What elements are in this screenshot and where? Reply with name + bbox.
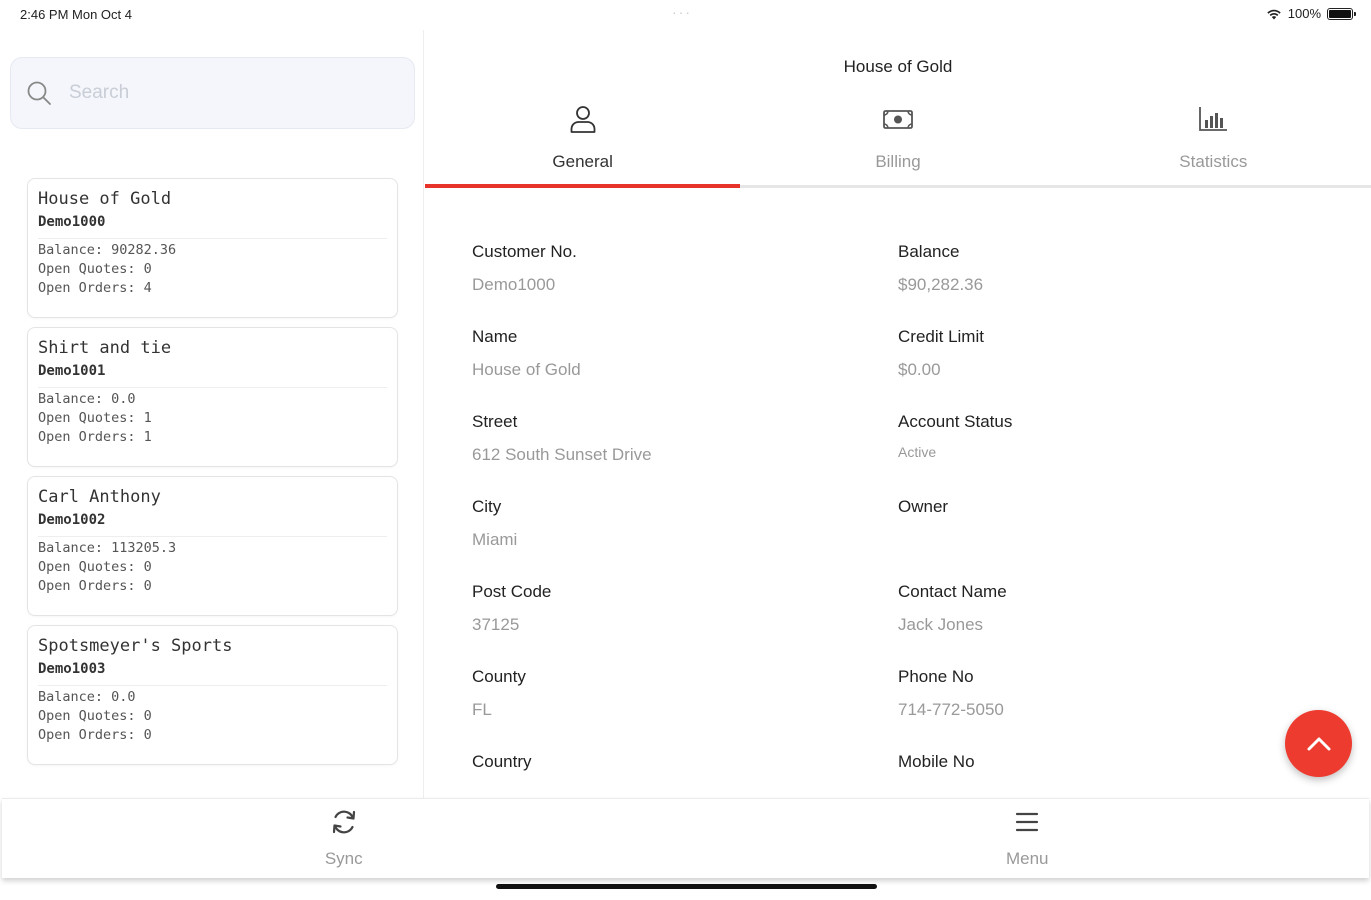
customer-details-grid: Customer No. Demo1000 Balance $90,282.36… <box>472 242 1332 837</box>
field-phone-no: Phone No 714-772-5050 <box>898 667 1324 752</box>
bottom-toolbar: Sync Menu <box>2 798 1369 878</box>
field-label: Post Code <box>472 582 552 601</box>
sync-button[interactable]: Sync <box>2 799 686 878</box>
field-label: Customer No. <box>472 242 577 261</box>
customer-detail-pane: House of Gold General Billing Statistics… <box>425 30 1371 798</box>
field-label: Country <box>472 752 532 771</box>
field-label: Mobile No <box>898 752 975 771</box>
field-value: $90,282.36 <box>898 275 984 294</box>
status-time: 2:46 PM Mon Oct 4 <box>20 7 132 22</box>
customer-name: Spotsmeyer's Sports <box>38 636 233 656</box>
customer-name: Carl Anthony <box>38 487 161 507</box>
customer-open-quotes: Open Quotes: 0 <box>38 261 152 277</box>
menu-label: Menu <box>1005 849 1049 868</box>
field-label: Owner <box>898 497 949 516</box>
customer-balance: Balance: 113205.3 <box>38 540 177 556</box>
tab-label: Billing <box>875 152 921 171</box>
wifi-icon <box>1267 9 1281 19</box>
customer-open-orders: Open Orders: 4 <box>38 280 152 296</box>
field-street: Street 612 South Sunset Drive <box>472 412 898 497</box>
field-name: Name House of Gold <box>472 327 898 412</box>
field-label: Balance <box>898 242 960 261</box>
field-label: Phone No <box>898 667 974 686</box>
user-icon <box>570 106 596 133</box>
customer-name: Shirt and tie <box>38 338 172 358</box>
scroll-to-top-button[interactable] <box>1285 710 1352 777</box>
page-title: House of Gold <box>843 57 953 76</box>
field-label: Name <box>472 327 518 346</box>
field-owner: Owner <box>898 497 1324 582</box>
field-account-status: Account Status Active <box>898 412 1324 497</box>
status-bar: 2:46 PM Mon Oct 4 ··· 100% <box>0 0 1371 30</box>
search-bar[interactable] <box>10 57 415 129</box>
customer-balance: Balance: 0.0 <box>38 391 136 407</box>
search-input[interactable] <box>69 82 369 104</box>
customer-open-orders: Open Orders: 1 <box>38 429 152 445</box>
field-label: County <box>472 667 526 686</box>
customer-name: House of Gold <box>38 189 172 209</box>
tab-statistics[interactable]: Statistics <box>1056 100 1371 185</box>
customer-open-quotes: Open Quotes: 1 <box>38 410 152 426</box>
customer-open-orders: Open Orders: 0 <box>38 578 152 594</box>
field-customer-no: Customer No. Demo1000 <box>472 242 898 327</box>
customer-open-quotes: Open Quotes: 0 <box>38 708 152 724</box>
customer-balance: Balance: 90282.36 <box>38 242 177 258</box>
sync-icon <box>332 810 355 834</box>
search-icon <box>27 81 51 105</box>
field-value: 612 South Sunset Drive <box>472 445 652 464</box>
field-label: Account Status <box>898 412 1013 431</box>
field-value: Miami <box>472 530 518 549</box>
customer-list-pane: House of Gold Demo1000 Balance: 90282.36… <box>0 30 424 798</box>
customer-card[interactable]: Spotsmeyer's Sports Demo1003 Balance: 0.… <box>27 625 398 765</box>
battery-icon <box>1327 7 1356 20</box>
customer-id: Demo1000 <box>38 214 387 239</box>
multitasking-dots[interactable]: ··· <box>672 4 692 20</box>
chevron-up-icon <box>1307 737 1330 750</box>
field-label: Credit Limit <box>898 327 984 346</box>
customer-open-orders: Open Orders: 0 <box>38 727 152 743</box>
money-icon <box>883 110 913 129</box>
customer-cards: House of Gold Demo1000 Balance: 90282.36… <box>27 178 398 774</box>
field-city: City Miami <box>472 497 898 582</box>
tab-billing[interactable]: Billing <box>740 100 1055 185</box>
customer-card[interactable]: Shirt and tie Demo1001 Balance: 0.0 Open… <box>27 327 398 467</box>
customer-id: Demo1003 <box>38 661 387 686</box>
menu-button[interactable]: Menu <box>686 799 1370 878</box>
detail-tabs: General Billing Statistics <box>425 100 1371 188</box>
field-label: Contact Name <box>898 582 1007 601</box>
field-value: Jack Jones <box>898 615 984 634</box>
field-value: 37125 <box>472 615 520 634</box>
field-label: Street <box>472 412 518 431</box>
battery-percent: 100% <box>1287 6 1321 21</box>
customer-card[interactable]: Carl Anthony Demo1002 Balance: 113205.3 … <box>27 476 398 616</box>
customer-card[interactable]: House of Gold Demo1000 Balance: 90282.36… <box>27 178 398 318</box>
home-indicator[interactable] <box>496 884 877 889</box>
field-value: FL <box>472 700 492 719</box>
field-credit-limit: Credit Limit $0.00 <box>898 327 1324 412</box>
field-value: Active <box>898 444 937 460</box>
field-value: Demo1000 <box>472 275 556 294</box>
customer-balance: Balance: 0.0 <box>38 689 136 705</box>
customer-id: Demo1001 <box>38 363 387 388</box>
field-balance: Balance $90,282.36 <box>898 242 1324 327</box>
field-value: $0.00 <box>898 360 941 379</box>
tab-label: Statistics <box>1179 152 1248 171</box>
field-value: 714-772-5050 <box>898 700 1004 719</box>
sync-label: Sync <box>324 849 363 868</box>
hamburger-menu-icon <box>1016 812 1039 832</box>
field-contact-name: Contact Name Jack Jones <box>898 582 1324 667</box>
tab-label: General <box>552 152 613 171</box>
customer-open-quotes: Open Quotes: 0 <box>38 559 152 575</box>
tab-general[interactable]: General <box>425 100 741 188</box>
status-indicators: 100% <box>1266 6 1356 21</box>
field-county: County FL <box>472 667 898 752</box>
field-value: House of Gold <box>472 360 581 379</box>
bar-chart-icon <box>1199 107 1228 131</box>
field-label: City <box>472 497 502 516</box>
customer-id: Demo1002 <box>38 512 387 537</box>
field-post-code: Post Code 37125 <box>472 582 898 667</box>
